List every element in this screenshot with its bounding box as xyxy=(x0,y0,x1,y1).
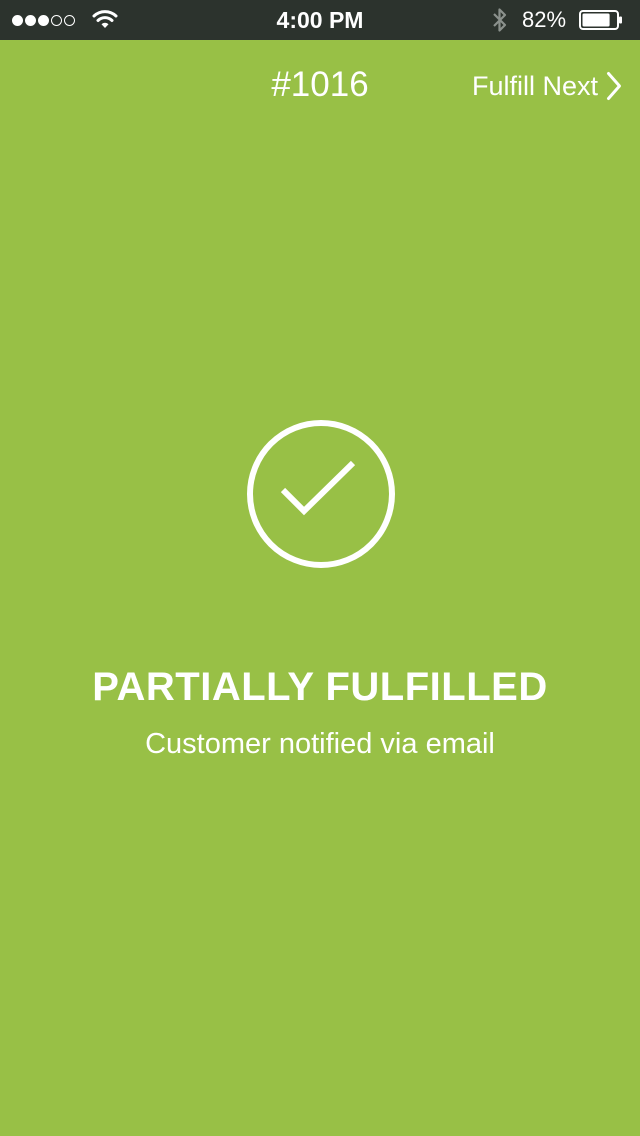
fulfill-next-label: Fulfill Next xyxy=(471,70,598,101)
battery-percentage: 82% xyxy=(522,7,567,32)
signal-dot xyxy=(38,14,49,26)
status-subtitle-container: Customer notified via email xyxy=(0,724,640,764)
signal-strength-indicator xyxy=(12,13,75,27)
status-bar: 4:00 PM 82% xyxy=(0,0,640,40)
status-subtitle: Customer notified via email xyxy=(145,728,495,760)
battery-fill xyxy=(582,13,610,27)
status-title-container: PARTIALLY FULFILLED xyxy=(0,662,640,712)
signal-dot xyxy=(64,14,75,26)
chevron-right-icon xyxy=(607,72,621,100)
status-time: 4:00 PM xyxy=(276,7,364,33)
order-number: #1016 xyxy=(271,65,369,104)
checkmark-circle-icon xyxy=(247,420,395,568)
battery-icon xyxy=(579,10,622,30)
wifi-icon xyxy=(92,10,118,28)
status-title: PARTIALLY FULFILLED xyxy=(92,665,548,709)
signal-dot xyxy=(12,14,23,26)
fulfill-next-button[interactable]: Fulfill Next xyxy=(472,66,622,106)
signal-dot xyxy=(25,14,36,26)
bluetooth-icon xyxy=(493,8,507,32)
signal-dot xyxy=(51,14,62,26)
